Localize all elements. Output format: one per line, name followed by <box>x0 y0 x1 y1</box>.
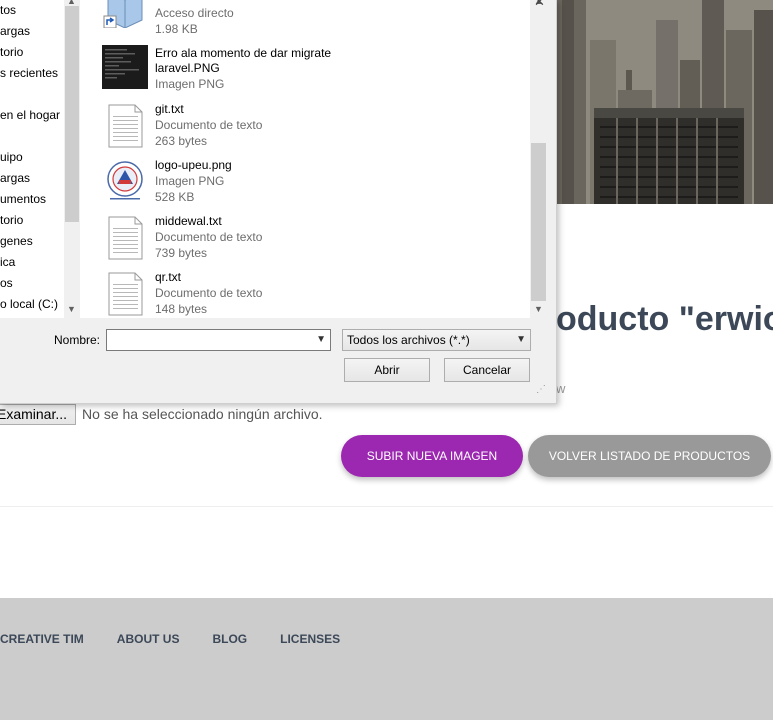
file-size: 1.98 KB <box>155 22 198 36</box>
product-title: oducto "erwion <box>556 300 773 338</box>
list-item[interactable]: git.txt Documento de texto 263 bytes <box>80 100 530 156</box>
nav-item[interactable]: ica <box>0 255 15 269</box>
nav-item[interactable]: torio <box>0 213 23 227</box>
list-item[interactable]: logo-upeu.png Imagen PNG 528 KB <box>80 156 530 212</box>
close-icon[interactable]: ✕ <box>534 0 545 10</box>
back-to-products-button[interactable]: VOLVER LISTADO DE PRODUCTOS <box>528 435 771 477</box>
divider <box>0 506 773 507</box>
navigation-pane: tos argas torio s recientes en el hogar … <box>0 0 80 318</box>
file-type: Documento de texto <box>155 286 263 300</box>
shortcut-icon <box>103 0 143 28</box>
list-item[interactable]: qr.txt Documento de texto 148 bytes <box>80 268 530 318</box>
list-item[interactable]: Erro ala momento de dar migrate laravel.… <box>80 44 530 100</box>
nav-item[interactable]: argas <box>0 24 30 38</box>
file-type: Acceso directo <box>155 6 234 20</box>
text-file-icon <box>108 216 143 260</box>
nav-item[interactable]: genes <box>0 234 33 248</box>
file-name: qr.txt <box>155 270 182 284</box>
nav-scroll-thumb[interactable] <box>65 6 79 222</box>
footer-nav: CREATIVE TIM ABOUT US BLOG LICENSES <box>0 632 373 646</box>
footer <box>0 598 773 720</box>
chevron-down-icon[interactable]: ▼ <box>67 304 76 314</box>
file-name-input[interactable]: ▼ <box>106 329 331 351</box>
file-type-filter-select[interactable]: Todos los archivos (*.*) ▼ <box>342 329 531 351</box>
resize-grip-icon[interactable]: ⋰ <box>536 384 546 395</box>
nav-item[interactable]: tos <box>0 3 16 17</box>
browse-button[interactable]: Examinar... <box>0 403 77 425</box>
footer-link-about-us[interactable]: ABOUT US <box>117 632 180 646</box>
file-list-scroll-thumb[interactable] <box>531 143 546 301</box>
footer-link-creative-tim[interactable]: CREATIVE TIM <box>0 632 84 646</box>
file-type: Documento de texto <box>155 118 263 132</box>
file-input-row: Examinar... No se ha seleccionado ningún… <box>0 403 323 425</box>
nav-item[interactable]: o local (C:) <box>0 297 58 311</box>
chevron-down-icon[interactable]: ▼ <box>516 334 526 345</box>
file-size: 263 bytes <box>155 134 208 148</box>
footer-link-blog[interactable]: BLOG <box>212 632 247 646</box>
footer-link-licenses[interactable]: LICENSES <box>280 632 340 646</box>
file-name: logo-upeu.png <box>155 158 232 172</box>
file-size: 528 KB <box>155 190 195 204</box>
nav-item[interactable]: en el hogar <box>0 108 60 122</box>
file-open-dialog: tos argas torio s recientes en el hogar … <box>0 0 557 404</box>
file-size: 148 bytes <box>155 302 208 316</box>
logo-thumbnail <box>102 158 148 204</box>
file-type: Imagen PNG <box>155 77 225 91</box>
file-list: Acceso directo 1.98 KB Erro ala momento … <box>80 0 530 318</box>
file-type-filter-value: Todos los archivos (*.*) <box>347 333 470 347</box>
nav-item[interactable]: argas <box>0 171 30 185</box>
image-thumbnail <box>102 45 148 89</box>
list-item[interactable]: Acceso directo 1.98 KB <box>80 0 530 36</box>
file-name-line1: Erro ala momento de dar migrate <box>155 46 332 60</box>
open-button[interactable]: Abrir <box>344 358 430 382</box>
nav-item[interactable]: uipo <box>0 150 23 164</box>
file-size: 739 bytes <box>155 246 208 260</box>
file-name: middewal.txt <box>155 214 222 228</box>
file-name: git.txt <box>155 102 184 116</box>
file-status-text: No se ha seleccionado ningún archivo. <box>82 406 323 422</box>
nav-item[interactable]: umentos <box>0 192 46 206</box>
nav-item[interactable]: torio <box>0 45 23 59</box>
file-name-line2: laravel.PNG <box>155 61 220 75</box>
nav-item[interactable]: os <box>0 276 13 290</box>
text-file-icon <box>108 104 143 148</box>
file-type: Documento de texto <box>155 230 263 244</box>
city-skyline-image <box>556 0 773 204</box>
chevron-down-icon[interactable]: ▼ <box>316 334 326 345</box>
file-name-label: Nombre: <box>54 333 101 347</box>
list-item[interactable]: middewal.txt Documento de texto 739 byte… <box>80 212 530 268</box>
nav-scrollbar[interactable]: ▲ ▼ <box>64 0 80 318</box>
nav-item[interactable]: s recientes <box>0 66 58 80</box>
file-list-scrollbar[interactable]: ▲ ▼ <box>530 0 547 318</box>
file-type: Imagen PNG <box>155 174 225 188</box>
hero-image <box>556 0 773 204</box>
product-subtitle: w <box>556 381 566 396</box>
upload-image-button[interactable]: SUBIR NUEVA IMAGEN <box>341 435 523 477</box>
text-file-icon <box>108 272 143 316</box>
chevron-down-icon[interactable]: ▼ <box>534 304 543 314</box>
cancel-button[interactable]: Cancelar <box>444 358 530 382</box>
